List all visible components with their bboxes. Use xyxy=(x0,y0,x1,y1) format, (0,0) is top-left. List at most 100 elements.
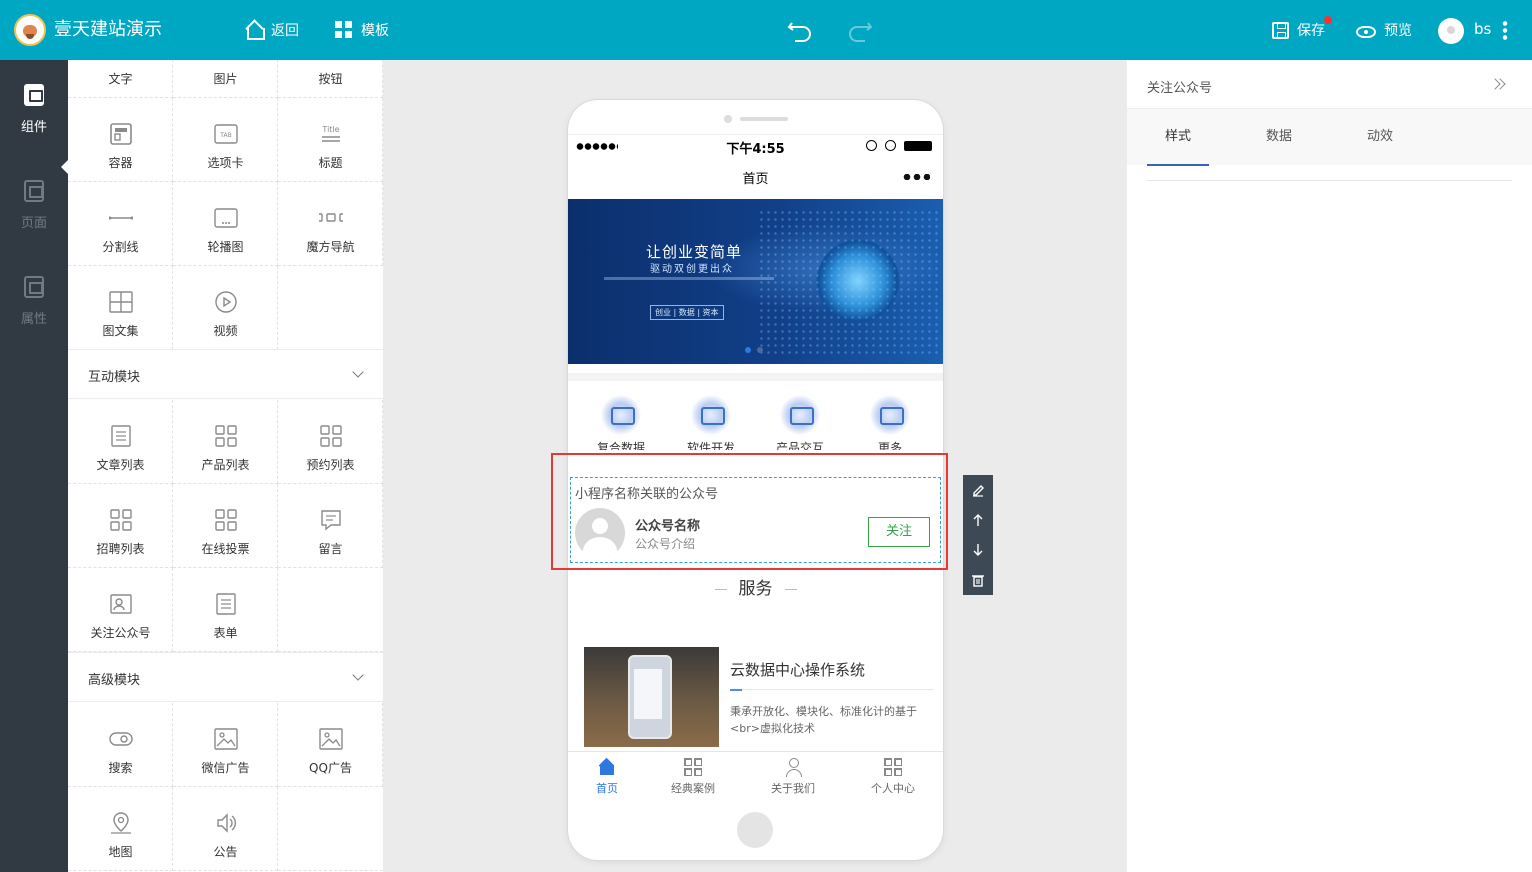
component-magic-nav[interactable]: 魔方导航 xyxy=(278,182,383,266)
group-advanced[interactable]: 高级模块 xyxy=(68,652,383,702)
more-icon[interactable] xyxy=(902,174,930,180)
component-carousel[interactable]: 轮播图 xyxy=(173,182,278,266)
component-vote[interactable]: 在线投票 xyxy=(173,484,278,568)
component-divider[interactable]: 分割线 xyxy=(68,182,173,266)
phone-home-button xyxy=(737,812,773,848)
tab-label: 经典案例 xyxy=(671,782,715,795)
empty-cell xyxy=(278,266,383,350)
group-interactive[interactable]: 互动模块 xyxy=(68,349,383,399)
component-message[interactable]: 留言 xyxy=(278,484,383,568)
status-bar: 下午4:55 xyxy=(568,134,943,157)
component-label: 搜索 xyxy=(108,761,133,775)
tab-profile[interactable]: 个人中心 xyxy=(848,758,938,796)
tab-style[interactable]: 样式 xyxy=(1147,109,1209,166)
component-map[interactable]: 地图 xyxy=(68,787,173,871)
undo-icon[interactable] xyxy=(786,17,814,43)
component-label: QQ广告 xyxy=(309,761,352,775)
nav-item-properties[interactable]: 属性 xyxy=(0,276,68,346)
tab-label: 个人中心 xyxy=(871,782,915,795)
tab-cases[interactable]: 经典案例 xyxy=(648,758,738,796)
template-button[interactable]: 模板 xyxy=(335,18,389,42)
user-avatar[interactable] xyxy=(1438,18,1464,44)
preview-button[interactable]: 预览 xyxy=(1356,18,1412,42)
delete-icon[interactable] xyxy=(963,565,993,595)
banner-carousel[interactable]: 让创业变简单 驱动双创更出众 创业 | 数据 | 资本 xyxy=(568,199,943,364)
component-form[interactable]: 表单 xyxy=(173,568,278,652)
save-label: 保存 xyxy=(1297,23,1325,39)
world-map-graphic xyxy=(758,209,938,354)
tab-home[interactable]: 首页 xyxy=(568,758,652,796)
save-icon xyxy=(1272,21,1289,39)
indicator-dot[interactable] xyxy=(757,347,763,353)
component-tabs[interactable]: TAB 选项卡 xyxy=(173,98,278,182)
collapse-panel-icon[interactable] xyxy=(1489,78,1507,92)
icon-nav-item[interactable]: 产品交互 xyxy=(755,395,845,450)
article-item[interactable]: 云数据中心操作系统 秉承开放化、模块化、标准化计的基于<br>虚拟化技术 xyxy=(584,647,934,747)
page-title: 首页 xyxy=(742,172,769,187)
component-notice[interactable]: 公告 xyxy=(173,787,278,871)
component-video[interactable]: 视频 xyxy=(173,266,278,350)
indicator-dot[interactable] xyxy=(745,347,751,353)
component-label: 微信广告 xyxy=(201,761,250,775)
component-qq-ad[interactable]: QQ广告 xyxy=(278,703,383,787)
carousel-indicator[interactable] xyxy=(745,347,765,353)
component-follow-account[interactable]: 关注公众号 xyxy=(68,568,173,652)
job-grid-icon xyxy=(110,509,132,531)
nav-item-components[interactable]: 组件 xyxy=(0,84,68,154)
tab-label: 首页 xyxy=(596,782,618,795)
map-pin-icon xyxy=(111,812,131,834)
article-thumbnail xyxy=(584,647,719,747)
move-down-icon[interactable] xyxy=(963,535,993,565)
component-image[interactable]: 图片 xyxy=(173,60,278,98)
empty-cell xyxy=(278,787,383,871)
component-container[interactable]: 容器 xyxy=(68,98,173,182)
component-booking-list[interactable]: 预约列表 xyxy=(278,400,383,484)
home-icon xyxy=(245,21,265,40)
icon-nav-item[interactable]: 复合数据 xyxy=(576,395,666,450)
section-title: 服务 xyxy=(568,574,943,599)
component-gallery[interactable]: 图文集 xyxy=(68,266,173,350)
icon-nav-label: 更多 xyxy=(877,441,902,450)
component-label: 标题 xyxy=(318,156,343,170)
component-label: 在线投票 xyxy=(201,542,250,556)
component-label: 关注公众号 xyxy=(90,626,151,640)
tab-animation[interactable]: 动效 xyxy=(1349,109,1411,166)
search-icon xyxy=(109,732,133,746)
component-label: 选项卡 xyxy=(207,156,244,170)
camera-dot xyxy=(724,115,732,123)
component-text[interactable]: 文字 xyxy=(68,60,173,98)
alarm-icon xyxy=(885,140,896,151)
username[interactable]: bs xyxy=(1474,20,1491,38)
component-job-list[interactable]: 招聘列表 xyxy=(68,484,173,568)
back-button[interactable]: 返回 xyxy=(245,18,299,42)
edit-icon[interactable] xyxy=(963,475,993,505)
icon-nav-label: 产品交互 xyxy=(775,441,824,450)
status-icons xyxy=(866,139,936,153)
component-heading[interactable]: Title 标题 xyxy=(278,98,383,182)
nav-item-pages[interactable]: 页面 xyxy=(0,180,68,250)
active-arrow xyxy=(61,160,68,174)
tab-about[interactable]: 关于我们 xyxy=(748,758,838,796)
save-button[interactable]: 保存 xyxy=(1272,18,1325,42)
component-label: 图文集 xyxy=(102,324,139,338)
component-wechat-ad[interactable]: 微信广告 xyxy=(173,703,278,787)
image-ad-icon xyxy=(319,728,343,750)
icon-nav-item[interactable]: 更多 xyxy=(845,395,935,450)
move-up-icon[interactable] xyxy=(963,505,993,535)
component-article-list[interactable]: 文章列表 xyxy=(68,400,173,484)
component-search[interactable]: 搜索 xyxy=(68,703,173,787)
article-title: 云数据中心操作系统 xyxy=(730,661,866,679)
user-icon xyxy=(784,758,802,777)
top-bar: 壹天建站演示 返回 模板 保存 预览 bs xyxy=(0,0,1532,60)
title-icon: Title xyxy=(321,125,340,142)
tab-data[interactable]: 数据 xyxy=(1248,109,1310,166)
component-label: 魔方导航 xyxy=(306,240,355,254)
tab-label: 关于我们 xyxy=(771,782,815,795)
more-vertical-icon[interactable] xyxy=(1502,20,1508,40)
redo-icon[interactable] xyxy=(846,17,874,43)
component-product-list[interactable]: 产品列表 xyxy=(173,400,278,484)
component-button[interactable]: 按钮 xyxy=(278,60,383,98)
booking-grid-icon xyxy=(320,425,342,447)
battery-icon xyxy=(904,141,932,151)
icon-nav-item[interactable]: 软件开发 xyxy=(666,395,756,450)
